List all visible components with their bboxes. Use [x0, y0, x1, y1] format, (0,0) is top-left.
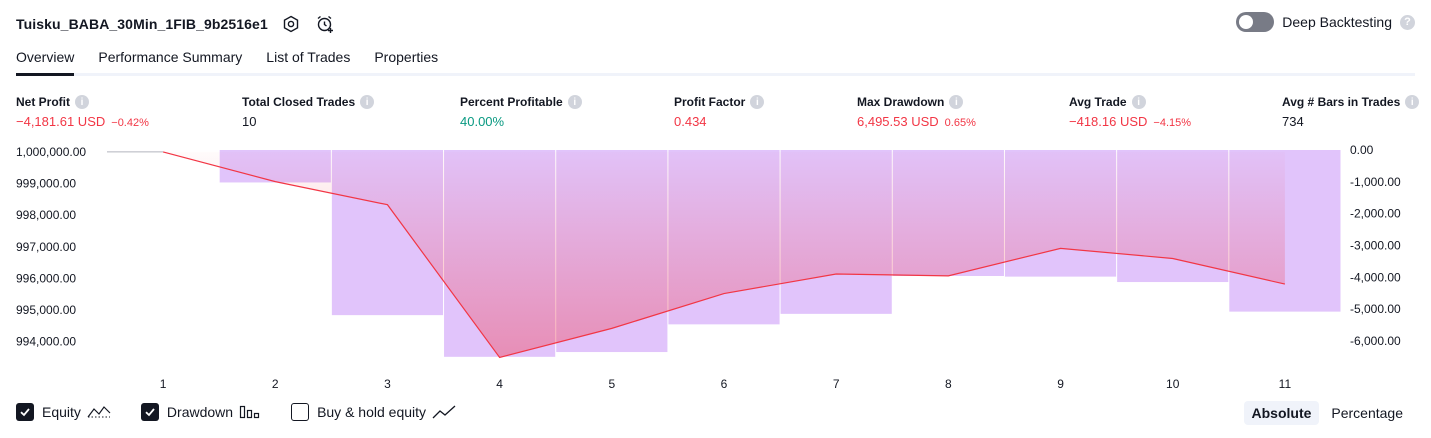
legend-label: Equity — [42, 404, 81, 420]
metric-value: 10 — [242, 114, 257, 129]
x-axis-tick: 10 — [1166, 377, 1180, 391]
metric-label: Total Closed Trades — [242, 95, 356, 109]
x-axis-tick: 3 — [384, 377, 391, 391]
absolute-button[interactable]: Absolute — [1243, 401, 1320, 425]
right-axis: 0.00 -1,000.00 -2,000.00 -3,000.00 -4,000.00… — [1350, 143, 1401, 348]
legend-label: Drawdown — [166, 404, 234, 420]
tab-performance-summary[interactable]: Performance Summary — [98, 44, 242, 73]
buy-hold-checkbox[interactable] — [291, 403, 310, 421]
metric-max-drawdown: Max Drawdown i 6,495.53 USD 0.65% — [857, 94, 976, 129]
info-icon[interactable]: i — [1131, 95, 1146, 109]
metric-percent-profitable: Percent Profitable i 40.00% — [460, 94, 582, 129]
x-axis-tick: 11 — [1279, 377, 1292, 391]
metric-label: Percent Profitable — [460, 95, 563, 109]
tab-list-of-trades[interactable]: List of Trades — [266, 44, 350, 73]
left-axis-tick: 996,000.00 — [16, 271, 76, 285]
info-icon[interactable]: i — [949, 95, 964, 109]
metric-avg-bars-in-trades: Avg # Bars in Trades i 734 — [1282, 94, 1420, 129]
left-axis-tick: 995,000.00 — [16, 303, 76, 317]
left-axis-tick: 1,000,000.00 — [16, 145, 86, 159]
right-axis-tick: 0.00 — [1350, 143, 1374, 157]
chart-legend: Equity Drawdown Buy & hold equity — [16, 403, 486, 421]
legend-buy-hold-equity[interactable]: Buy & hold equity — [291, 403, 456, 421]
strategy-title: Tuisku_BABA_30Min_1FIB_9b2516e1 — [16, 16, 268, 32]
x-axis-tick: 5 — [608, 377, 615, 391]
metric-value: 40.00% — [460, 114, 505, 129]
legend-equity[interactable]: Equity — [16, 403, 111, 421]
metric-value: −418.16 USD — [1069, 114, 1148, 129]
metric-value: 734 — [1282, 114, 1304, 129]
legend-drawdown[interactable]: Drawdown — [140, 403, 261, 421]
x-axis-tick: 6 — [721, 377, 728, 391]
x-axis-tick: 1 — [160, 377, 167, 391]
metric-sub: −0.42% — [111, 117, 149, 129]
left-axis: 1,000,000.00 999,000.00 998,000.00 997,000.… — [16, 145, 86, 349]
right-axis-tick: -6,000.00 — [1350, 334, 1401, 348]
x-axis-tick: 7 — [833, 377, 840, 391]
equity-checkbox[interactable] — [16, 403, 34, 421]
info-icon[interactable]: i — [750, 95, 765, 109]
metric-avg-trade: Avg Trade i −418.16 USD −4.15% — [1069, 94, 1191, 129]
metric-value: 6,495.53 USD — [857, 114, 939, 129]
info-icon[interactable]: i — [360, 95, 375, 109]
info-icon[interactable]: i — [75, 95, 89, 109]
left-axis-tick: 997,000.00 — [16, 240, 76, 254]
metric-label: Max Drawdown — [857, 95, 945, 109]
metric-profit-factor: Profit Factor i 0.434 — [674, 94, 765, 129]
metric-total-closed-trades: Total Closed Trades i 10 — [242, 94, 375, 129]
deep-backtesting: Deep Backtesting ? — [1236, 12, 1415, 32]
metric-value: 0.434 — [674, 114, 707, 129]
tab-overview[interactable]: Overview — [16, 44, 75, 76]
check-icon — [20, 408, 30, 417]
help-icon[interactable]: ? — [1400, 14, 1415, 30]
x-axis: 1 2 3 4 5 6 7 8 9 10 11 — [160, 377, 1292, 391]
deep-backtesting-toggle[interactable] — [1236, 12, 1275, 32]
metric-label: Avg Trade — [1069, 95, 1127, 109]
x-axis-tick: 2 — [272, 377, 279, 391]
metric-sub: 0.65% — [944, 117, 976, 129]
metric-label: Net Profit — [16, 95, 70, 109]
metric-label: Profit Factor — [674, 95, 746, 109]
info-icon[interactable]: i — [1405, 95, 1420, 109]
left-axis-tick: 994,000.00 — [16, 335, 76, 349]
drawdown-checkbox[interactable] — [140, 403, 159, 421]
metric-net-profit: Net Profit i −4,181.61 USD −0.42% — [16, 94, 149, 129]
info-icon[interactable]: i — [567, 95, 582, 109]
metric-label: Avg # Bars in Trades — [1282, 95, 1401, 109]
metric-value: −4,181.61 USD — [16, 114, 106, 129]
tab-properties[interactable]: Properties — [374, 44, 438, 73]
deep-backtesting-label: Deep Backtesting — [1282, 14, 1392, 30]
settings-icon[interactable] — [280, 13, 302, 35]
report-tabs: Overview Performance Summary List of Tra… — [16, 44, 1415, 76]
right-axis-tick: -5,000.00 — [1350, 302, 1401, 316]
metric-sub: −4.15% — [1153, 117, 1192, 129]
right-axis-tick: -1,000.00 — [1350, 175, 1401, 189]
x-axis-tick: 8 — [945, 377, 952, 391]
bars-icon — [239, 404, 261, 420]
right-axis-tick: -3,000.00 — [1350, 238, 1401, 252]
add-alert-icon[interactable] — [314, 13, 336, 35]
area-line-icon — [87, 404, 111, 420]
equity-drawdown-chart: 1,000,000.00 999,000.00 998,000.00 997,000.… — [16, 143, 1401, 391]
right-axis-tick: -2,000.00 — [1350, 207, 1401, 221]
legend-label: Buy & hold equity — [317, 404, 427, 420]
line-icon — [432, 404, 456, 420]
scale-mode-switch: Absolute Percentage — [1243, 401, 1412, 425]
left-axis-tick: 998,000.00 — [16, 208, 76, 222]
x-axis-tick: 4 — [496, 377, 503, 391]
check-icon — [145, 408, 155, 417]
percentage-button[interactable]: Percentage — [1323, 401, 1411, 425]
right-axis-tick: -4,000.00 — [1350, 270, 1401, 284]
x-axis-tick: 9 — [1057, 377, 1064, 391]
left-axis-tick: 999,000.00 — [16, 177, 76, 191]
strategy-header: Tuisku_BABA_30Min_1FIB_9b2516e1 — [16, 11, 336, 37]
